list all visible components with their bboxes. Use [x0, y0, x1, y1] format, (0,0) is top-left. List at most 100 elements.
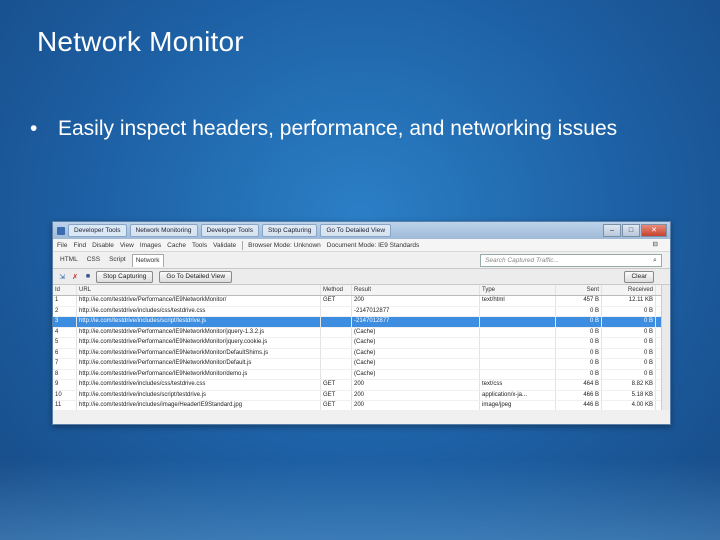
menu-tools[interactable]: Tools [192, 242, 207, 249]
minimize-button[interactable]: – [603, 224, 621, 237]
tab-html[interactable]: HTML [57, 254, 81, 266]
table-row[interactable]: 9 http://ie.com/testdrive/includes/css/te… [53, 380, 670, 391]
detailed-view-button[interactable]: Go To Detailed View [159, 270, 233, 283]
table-row[interactable]: 10 http://ie.com/testdrive/includes/scrip… [53, 390, 670, 401]
cell-method [321, 338, 352, 348]
tab-script[interactable]: Script [106, 254, 129, 266]
cell-url: http://ie.com/testdrive/Performance/IE9N… [77, 359, 321, 369]
cell-id: 7 [53, 359, 77, 369]
cell-received: 0 B [602, 306, 656, 316]
tab-network[interactable]: Network [131, 253, 164, 267]
close-button[interactable]: ✕ [641, 224, 667, 237]
traffic-table: Id URL Method Result Type Sent Received … [53, 285, 670, 410]
cell-url: http://ie.com/testdrive/Performance/IE9N… [77, 348, 321, 358]
titlebar-stop-capturing[interactable]: Stop Capturing [262, 224, 318, 237]
table-row[interactable]: 11 http://ie.com/testdrive/includes/image… [53, 401, 670, 410]
col-header-url[interactable]: URL [77, 285, 321, 295]
menu-find[interactable]: Find [73, 242, 86, 249]
cell-method [321, 348, 352, 358]
cell-result: (Cache) [352, 359, 480, 369]
cell-type [480, 327, 556, 337]
cell-received: 0 B [602, 338, 656, 348]
network-toolbar: ⇲ ✗ ■ Stop Capturing Go To Detailed View… [53, 269, 670, 285]
cell-id: 8 [53, 369, 77, 379]
clear-button[interactable]: Clear [624, 271, 654, 283]
stop-capturing-button[interactable]: Stop Capturing [96, 270, 154, 283]
col-header-id[interactable]: Id [53, 285, 77, 295]
cell-id: 3 [53, 317, 77, 327]
cell-id: 11 [53, 401, 77, 410]
cell-received: 4.00 KB [602, 401, 656, 410]
cell-result: 200 [352, 380, 480, 390]
cell-method: GET [321, 380, 352, 390]
titlebar-tab-network[interactable]: Network Monitoring [129, 224, 198, 237]
vertical-scrollbar[interactable] [661, 285, 670, 410]
menu-browser-mode[interactable]: Browser Mode: Unknown [248, 242, 321, 249]
cell-result: (Cache) [352, 338, 480, 348]
cell-id: 4 [53, 327, 77, 337]
col-header-sent[interactable]: Sent [556, 285, 602, 295]
table-header: Id URL Method Result Type Sent Received [53, 285, 670, 296]
menu-validate[interactable]: Validate [213, 242, 236, 249]
app-icon [57, 226, 65, 235]
cell-url: http://ie.com/testdrive/includes/image/H… [77, 401, 321, 410]
cell-id: 2 [53, 306, 77, 316]
cell-sent: 0 B [556, 306, 602, 316]
cell-sent: 0 B [556, 359, 602, 369]
cell-type: text/html [480, 296, 556, 306]
cell-result: (Cache) [352, 369, 480, 379]
cell-type [480, 348, 556, 358]
cell-sent: 0 B [556, 348, 602, 358]
cell-received: 0 B [602, 359, 656, 369]
title-bar: Developer Tools Network Monitoring Devel… [53, 222, 670, 239]
cell-method [321, 306, 352, 316]
cell-result: 200 [352, 296, 480, 306]
menu-separator [242, 240, 244, 250]
col-header-received[interactable]: Received [602, 285, 656, 295]
cell-id: 6 [53, 348, 77, 358]
cell-url: http://ie.com/testdrive/Performance/IE9N… [77, 296, 321, 306]
cell-received: 5.18 KB [602, 390, 656, 400]
table-row[interactable]: 7 http://ie.com/testdrive/Performance/IE9… [53, 359, 670, 370]
menu-document-mode[interactable]: Document Mode: IE9 Standards [327, 242, 420, 249]
export-icon[interactable]: ⇲ [57, 272, 67, 282]
cell-method [321, 327, 352, 337]
menu-view[interactable]: View [120, 242, 134, 249]
tab-css[interactable]: CSS [84, 254, 103, 266]
menu-file[interactable]: File [57, 242, 67, 249]
col-header-type[interactable]: Type [480, 285, 556, 295]
menu-images[interactable]: Images [140, 242, 161, 249]
table-row[interactable]: 5 http://ie.com/testdrive/Performance/IE9… [53, 338, 670, 349]
cell-result: (Cache) [352, 327, 480, 337]
search-input[interactable]: Search Captured Traffic... [481, 257, 645, 264]
table-row[interactable]: 1 http://ie.com/testdrive/Performance/IE9… [53, 296, 670, 307]
titlebar-detailed-view[interactable]: Go To Detailed View [320, 224, 392, 237]
menu-disable[interactable]: Disable [92, 242, 114, 249]
cell-received: 0 B [602, 327, 656, 337]
cell-received: 0 B [602, 369, 656, 379]
search-box[interactable]: Search Captured Traffic... ⌕ [480, 254, 662, 267]
col-header-method[interactable]: Method [321, 285, 352, 295]
col-header-result[interactable]: Result [352, 285, 480, 295]
cell-method [321, 369, 352, 379]
table-row[interactable]: 8 http://ie.com/testdrive/Performance/IE9… [53, 369, 670, 380]
table-row[interactable]: 6 http://ie.com/testdrive/Performance/IE9… [53, 348, 670, 359]
cell-received: 0 B [602, 348, 656, 358]
table-row[interactable]: 2 http://ie.com/testdrive/includes/css/te… [53, 306, 670, 317]
menu-cache[interactable]: Cache [167, 242, 186, 249]
pin-icon[interactable]: ⊟ [653, 240, 658, 248]
cell-url: http://ie.com/testdrive/includes/css/tes… [77, 306, 321, 316]
cell-method: GET [321, 390, 352, 400]
cell-url: http://ie.com/testdrive/Performance/IE9N… [77, 338, 321, 348]
cell-sent: 0 B [556, 369, 602, 379]
save-icon[interactable]: ■ [83, 272, 93, 282]
cell-type [480, 369, 556, 379]
search-icon[interactable]: ⌕ [645, 257, 661, 265]
titlebar-tab-devtools-2[interactable]: Developer Tools [200, 224, 259, 237]
table-row[interactable]: 4 http://ie.com/testdrive/Performance/IE9… [53, 327, 670, 338]
clear-cache-icon[interactable]: ✗ [70, 272, 80, 282]
cell-result: 200 [352, 390, 480, 400]
maximize-button[interactable]: □ [622, 224, 640, 237]
titlebar-tab-devtools[interactable]: Developer Tools [68, 224, 127, 237]
table-row[interactable]: 3 http://ie.com/testdrive/includes/script… [53, 317, 670, 328]
